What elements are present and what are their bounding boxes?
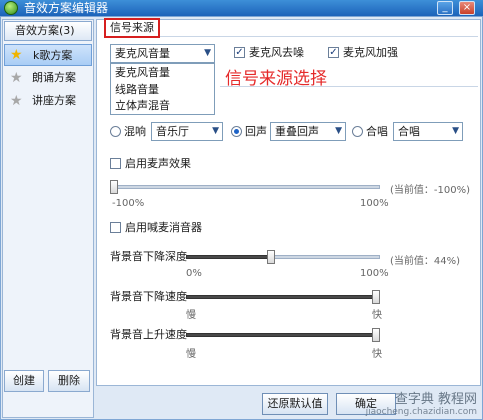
chorus-value: 合唱 — [398, 125, 420, 138]
echo-radio[interactable] — [231, 126, 242, 137]
mic-effect-max-label: 100% — [360, 198, 389, 209]
reverb-label: 混响 — [124, 125, 146, 138]
echo-value: 重叠回声 — [275, 125, 319, 138]
bg-down-speed-slider-track[interactable] — [186, 295, 378, 299]
mic-effect-slider-track[interactable] — [112, 185, 380, 189]
mic-effect-min-label: -100% — [112, 198, 145, 209]
mic-effect-label: 启用麦声效果 — [125, 157, 191, 170]
bg-up-speed-fast-label: 快 — [372, 349, 382, 360]
star-icon: ★ — [10, 47, 23, 63]
bg-down-speed-slider-thumb[interactable] — [372, 290, 380, 304]
reverb-value: 音乐厅 — [156, 125, 189, 138]
bg-depth-current-value: (当前值：44%) — [390, 256, 461, 267]
scheme-item-label: 朗诵方案 — [32, 71, 76, 84]
tab-signal-source[interactable]: 信号来源 — [104, 18, 160, 38]
mic-effect-slider-thumb[interactable] — [110, 180, 118, 194]
option-line-volume[interactable]: 线路音量 — [115, 82, 159, 98]
bg-depth-slider-thumb[interactable] — [267, 250, 275, 264]
bg-depth-max-label: 100% — [360, 268, 389, 279]
chevron-down-icon: ▼ — [335, 126, 342, 136]
bg-depth-slider-fill — [186, 255, 271, 259]
signal-source-dropdown: 麦克风音量 线路音量 立体声混音 — [110, 63, 215, 115]
reverb-select[interactable]: 音乐厅 ▼ — [151, 122, 223, 141]
reverb-radio[interactable] — [110, 126, 121, 137]
star-icon: ★ — [10, 70, 23, 86]
bg-up-speed-slow-label: 慢 — [186, 349, 196, 360]
dehowl-label: 启用喊麦消音器 — [125, 221, 202, 234]
signal-source-value: 麦克风音量 — [115, 47, 170, 60]
watermark-line1: 查字典 教程网 — [394, 392, 477, 407]
echo-label: 回声 — [245, 125, 267, 138]
minimize-button[interactable]: _ — [437, 1, 453, 15]
bg-up-speed-slider-thumb[interactable] — [372, 328, 380, 342]
section-divider — [220, 86, 478, 87]
option-stereo-mix[interactable]: 立体声混音 — [115, 98, 170, 114]
bg-down-speed-fast-label: 快 — [372, 310, 382, 321]
bg-depth-label: 背景音下降深度 — [110, 250, 187, 263]
bg-up-speed-label: 背景音上升速度 — [110, 328, 187, 341]
scheme-item-label: 讲座方案 — [32, 94, 76, 107]
signal-source-select[interactable]: 麦克风音量 ▼ — [110, 44, 215, 63]
chorus-radio[interactable] — [352, 126, 363, 137]
window-title: 音效方案编辑器 — [24, 1, 109, 15]
restore-defaults-button[interactable]: 还原默认值 — [262, 393, 328, 415]
boost-label: 麦克风加强 — [343, 46, 398, 59]
boost-checkbox[interactable]: ✓ — [328, 47, 339, 58]
chorus-select[interactable]: 合唱 ▼ — [393, 122, 463, 141]
chevron-down-icon: ▼ — [452, 126, 459, 136]
dehowl-checkbox[interactable] — [110, 222, 121, 233]
delete-scheme-button[interactable]: 删除 — [48, 370, 90, 392]
option-mic-volume[interactable]: 麦克风音量 — [115, 65, 170, 81]
close-button[interactable]: × — [459, 1, 475, 15]
chorus-label: 合唱 — [366, 125, 388, 138]
star-icon: ★ — [10, 93, 23, 109]
app-icon — [4, 1, 18, 15]
echo-select[interactable]: 重叠回声 ▼ — [270, 122, 346, 141]
chevron-down-icon: ▼ — [212, 126, 219, 136]
bg-depth-slider-track[interactable] — [271, 255, 380, 259]
bg-down-speed-label: 背景音下降速度 — [110, 290, 187, 303]
create-scheme-button[interactable]: 创建 — [4, 370, 44, 392]
denoise-checkbox[interactable]: ✓ — [234, 47, 245, 58]
watermark-line2: jiaocheng.chazidian.com — [365, 407, 477, 417]
chevron-down-icon: ▼ — [204, 48, 211, 58]
tab-divider — [160, 36, 478, 37]
mic-effect-checkbox[interactable] — [110, 158, 121, 169]
bg-down-speed-slow-label: 慢 — [186, 310, 196, 321]
scheme-count-header[interactable]: 音效方案(3) — [4, 21, 92, 41]
scheme-item-label: k歌方案 — [33, 49, 73, 62]
denoise-label: 麦克风去噪 — [249, 46, 304, 59]
watermark: 查字典 教程网 jiaocheng.chazidian.com — [366, 388, 477, 417]
mic-effect-current-value: (当前值：-100%) — [390, 185, 470, 196]
bg-up-speed-slider-track[interactable] — [186, 333, 378, 337]
bg-depth-min-label: 0% — [186, 268, 202, 279]
